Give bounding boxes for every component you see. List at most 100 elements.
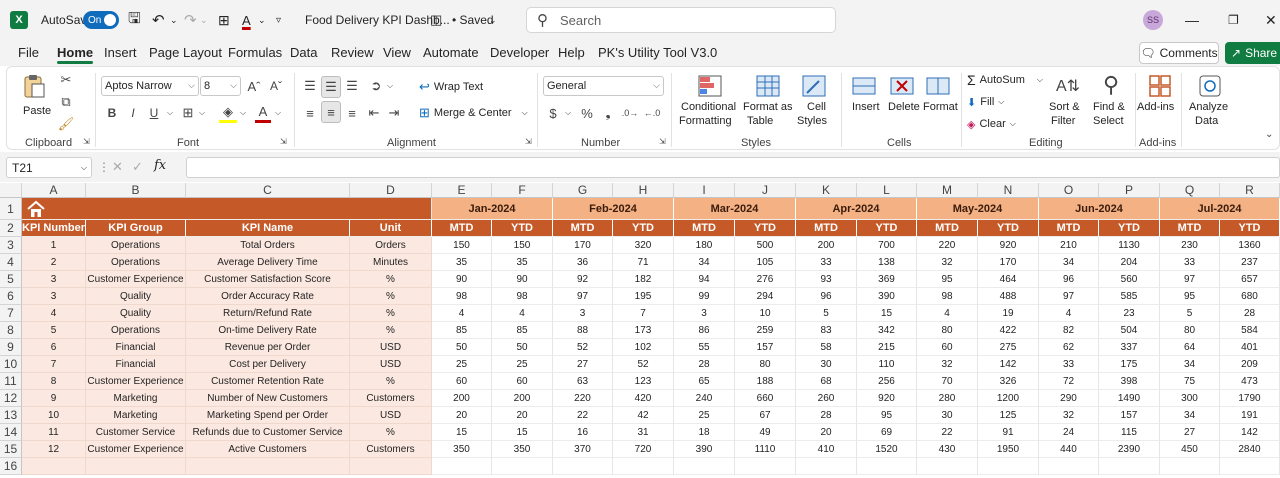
clipboard-launcher-icon[interactable]: ⇲ [83,137,90,146]
table-cell[interactable]: 95 [917,271,978,288]
table-cell[interactable]: 504 [1099,322,1160,339]
fill-color-dropdown-icon[interactable]: ⌵ [238,103,248,123]
table-cell[interactable]: 3 [22,288,86,305]
table-cell[interactable]: Customer Experience [86,441,186,458]
table-cell[interactable]: 110 [857,356,917,373]
borders-dropdown-icon[interactable]: ⌵ [197,103,207,123]
table-cell[interactable]: 52 [613,356,674,373]
align-middle-icon[interactable]: ☰ [321,76,341,98]
empty-cell[interactable] [857,458,917,475]
conditional-formatting-button[interactable]: Conditional Formatting [677,71,737,131]
table-cell[interactable]: 585 [1099,288,1160,305]
insert-function-button[interactable]: fx [154,158,166,173]
table-cell[interactable]: 15 [432,424,492,441]
cell-styles-button[interactable]: Cell Styles [793,71,837,131]
table-cell[interactable]: 88 [553,322,613,339]
tab-view[interactable]: View [383,45,411,60]
table-cell[interactable]: 80 [735,356,796,373]
empty-cell[interactable] [1160,458,1220,475]
column-header[interactable]: B [86,183,186,198]
column-header[interactable]: I [674,183,735,198]
table-cell[interactable]: 28 [796,407,857,424]
row-header[interactable]: 13 [0,407,22,424]
table-cell[interactable]: 8 [22,373,86,390]
table-cell[interactable]: 473 [1220,373,1280,390]
table-cell[interactable]: 157 [1099,407,1160,424]
formula-input[interactable] [186,157,1280,178]
table-cell[interactable]: Orders [350,237,432,254]
table-cell[interactable]: 9 [22,390,86,407]
table-cell[interactable]: 85 [432,322,492,339]
comma-style-icon[interactable]: ❟ [601,103,615,123]
table-cell[interactable]: 300 [1160,390,1220,407]
table-cell[interactable]: Order Accuracy Rate [186,288,350,305]
table-cell[interactable]: % [350,373,432,390]
table-cell[interactable]: 91 [978,424,1039,441]
empty-cell[interactable] [1039,458,1099,475]
tab-data[interactable]: Data [290,45,317,60]
cut-icon[interactable]: ✂ [57,71,75,89]
table-cell[interactable]: 90 [492,271,553,288]
fill-button[interactable]: ⬇ Fill ⌵ [967,93,1004,111]
table-cell[interactable]: 35 [492,254,553,271]
row-header[interactable]: 7 [0,305,22,322]
table-cell[interactable]: 52 [553,339,613,356]
format-as-table-button[interactable]: Format as Table [741,71,793,131]
table-cell[interactable]: 657 [1220,271,1280,288]
table-cell[interactable]: 86 [674,322,735,339]
table-cell[interactable]: 23 [1099,305,1160,322]
table-cell[interactable]: 280 [917,390,978,407]
table-cell[interactable]: 28 [1220,305,1280,322]
table-cell[interactable]: 25 [674,407,735,424]
row-header[interactable]: 11 [0,373,22,390]
table-cell[interactable]: 94 [674,271,735,288]
home-icon[interactable] [26,200,46,219]
table-cell[interactable]: 200 [432,390,492,407]
table-cell[interactable]: 410 [796,441,857,458]
table-cell[interactable]: 240 [674,390,735,407]
table-cell[interactable]: 294 [735,288,796,305]
empty-cell[interactable] [350,458,432,475]
table-cell[interactable]: USD [350,339,432,356]
table-cell[interactable]: 342 [857,322,917,339]
undo-dropdown-icon[interactable]: ⌄ [170,0,178,40]
table-cell[interactable]: 230 [1160,237,1220,254]
table-cell[interactable]: 4 [1039,305,1099,322]
table-cell[interactable]: Operations [86,322,186,339]
table-cell[interactable]: 326 [978,373,1039,390]
table-cell[interactable]: 49 [735,424,796,441]
table-cell[interactable]: Customer Retention Rate [186,373,350,390]
table-cell[interactable]: 170 [553,237,613,254]
table-cell[interactable]: 33 [1039,356,1099,373]
number-format-select[interactable]: General ⌵ [543,76,664,96]
row-header[interactable]: 1 [0,198,22,220]
table-cell[interactable]: 50 [492,339,553,356]
table-cell[interactable]: On-time Delivery Rate [186,322,350,339]
alignment-launcher-icon[interactable]: ⇲ [525,137,532,146]
table-cell[interactable]: 32 [917,356,978,373]
comments-button[interactable]: 🗨 Comments [1139,42,1219,64]
table-cell[interactable]: 1520 [857,441,917,458]
empty-cell[interactable] [432,458,492,475]
empty-cell[interactable] [735,458,796,475]
insert-cells-button[interactable]: Insert [847,71,883,131]
font-size-select[interactable]: 8 ⌵ [200,76,241,96]
tab-page-layout[interactable]: Page Layout [149,45,222,60]
row-header[interactable]: 10 [0,356,22,373]
table-cell[interactable]: 10 [735,305,796,322]
delete-cells-button[interactable]: Delete [885,71,921,131]
table-cell[interactable]: 401 [1220,339,1280,356]
table-cell[interactable]: 182 [613,271,674,288]
tab-developer[interactable]: Developer [490,45,549,60]
worksheet-grid[interactable]: A B C D E F G H I J K L M N O P Q R 1 2 3 4 5 6 7 8 9 10 11 12 13 14 15 1… [0,183,1280,478]
table-cell[interactable]: Marketing [86,407,186,424]
table-cell[interactable]: 680 [1220,288,1280,305]
clear-button[interactable]: ◈ Clear ⌵ [967,115,1016,133]
table-cell[interactable]: 220 [917,237,978,254]
table-cell[interactable]: 1790 [1220,390,1280,407]
redo-dropdown-icon[interactable]: ⌄ [200,0,208,40]
table-cell[interactable]: 1130 [1099,237,1160,254]
table-cell[interactable]: 42 [613,407,674,424]
empty-cell[interactable] [1099,458,1160,475]
italic-button[interactable]: I [125,103,141,123]
